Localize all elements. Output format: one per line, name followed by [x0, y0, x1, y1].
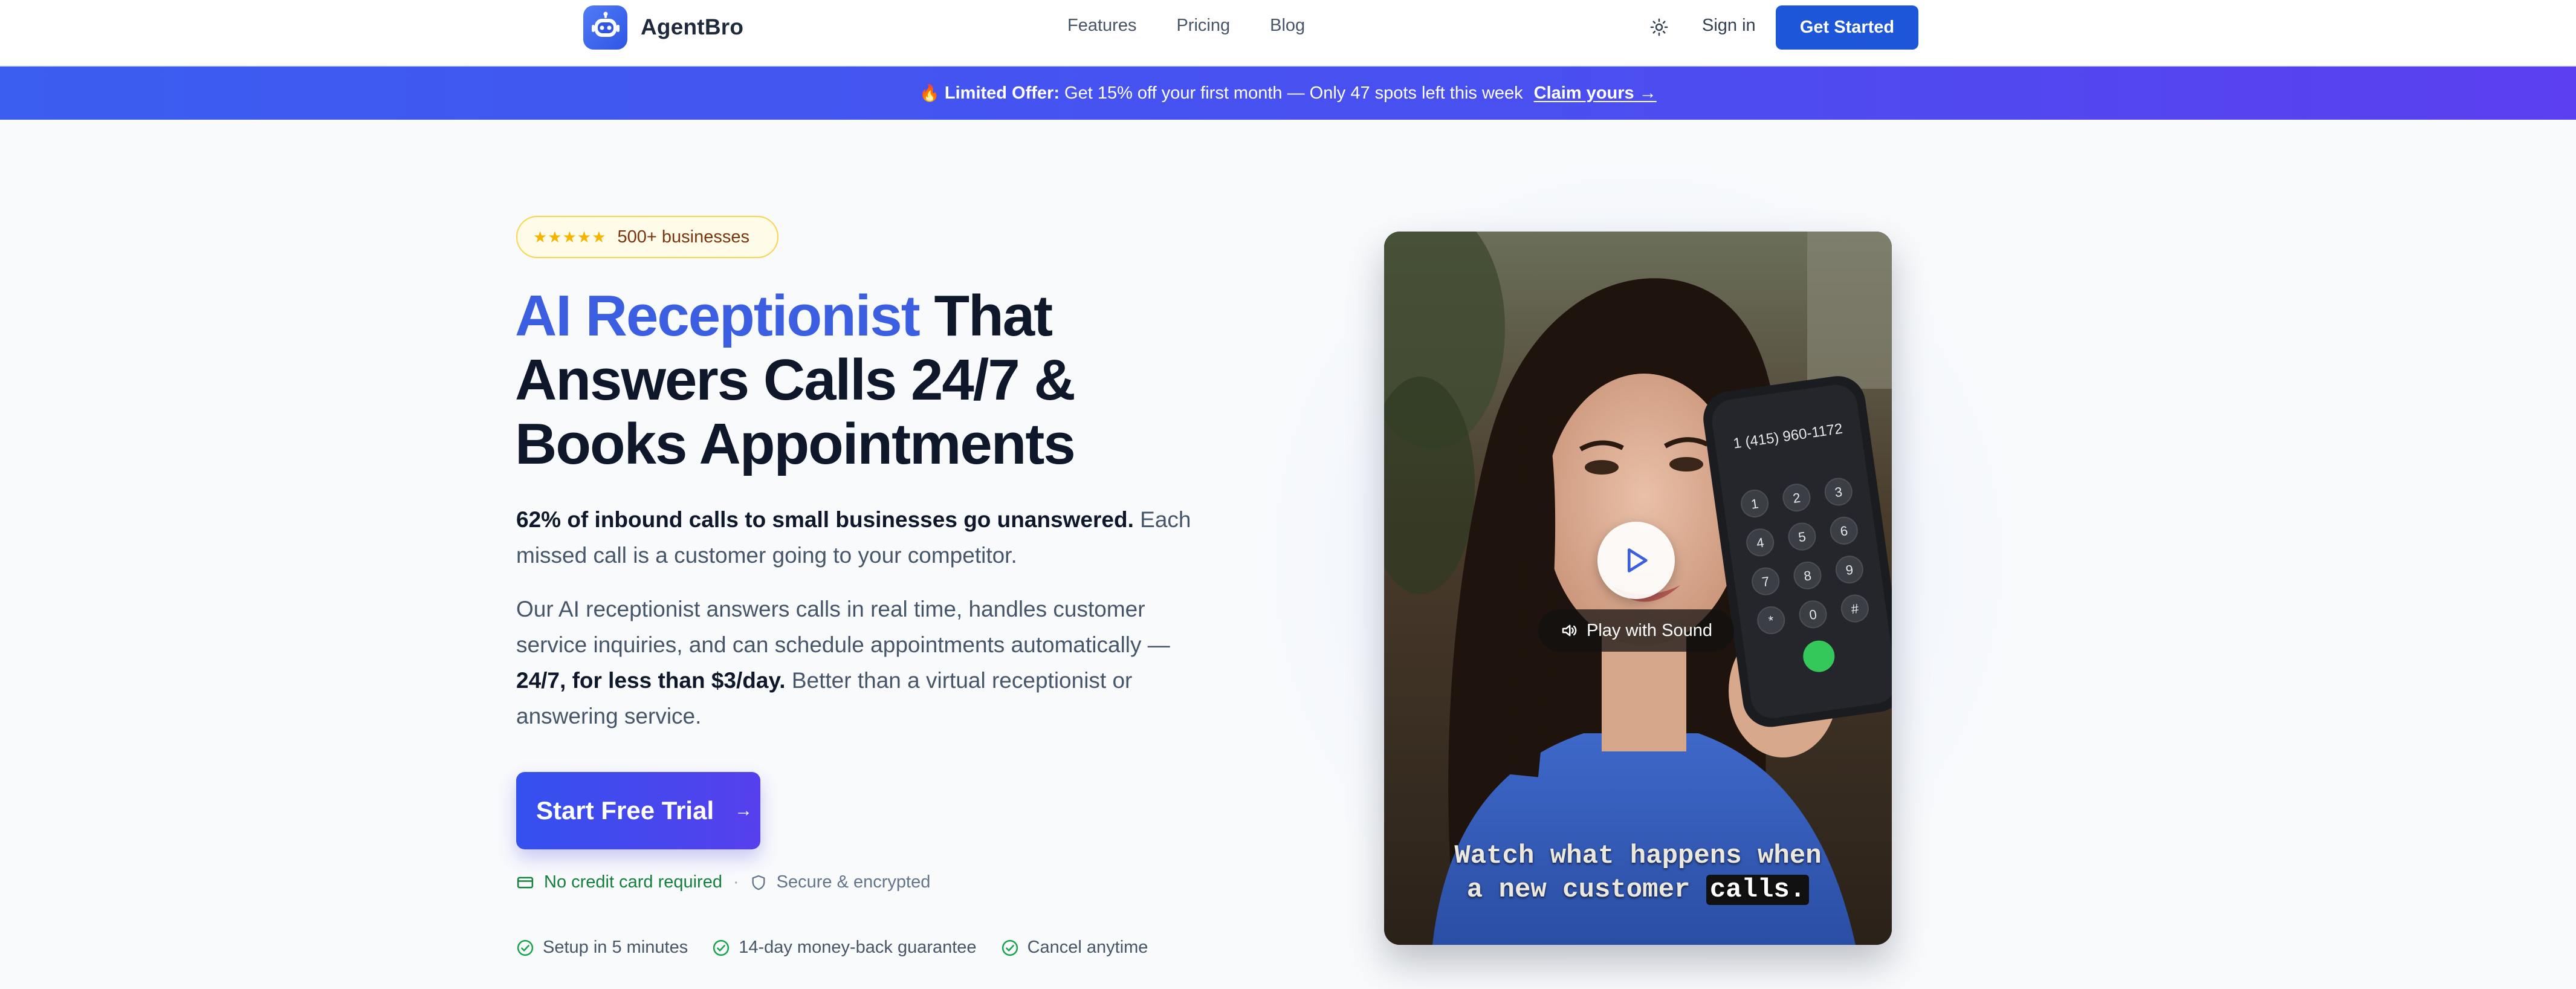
robot-logo-icon: [583, 5, 627, 50]
feature-bullets: Setup in 5 minutes 14-day money-back gua…: [516, 938, 1148, 958]
caption-line2-start: a new customer: [1466, 875, 1691, 905]
sun-icon: [1650, 18, 1668, 36]
get-started-button[interactable]: Get Started: [1776, 5, 1918, 50]
caption-highlight: calls.: [1706, 875, 1810, 905]
trial-label: Start Free Trial: [536, 796, 714, 825]
video-caption: Watch what happens when a new customer c…: [1384, 839, 1892, 907]
headline-accent: AI Receptionist: [515, 284, 921, 348]
start-free-trial-button[interactable]: Start Free Trial →: [516, 772, 760, 849]
brand-home-link[interactable]: AgentBro: [583, 5, 743, 50]
hero-description: Our AI receptionist answers calls in rea…: [516, 591, 1211, 734]
star-rating-icon: ★★★★★: [533, 227, 607, 246]
shield-icon: [752, 875, 765, 890]
promo-banner: 🔥 Limited Offer: Get 15% off your first …: [0, 66, 2576, 120]
no-credit-card-note: No credit card required: [516, 872, 722, 892]
rating-text: 500+ businesses: [617, 227, 750, 247]
nav-links: Features Pricing Blog: [1067, 16, 1305, 36]
play-with-sound-button[interactable]: Play with Sound: [1538, 609, 1734, 652]
check-circle-icon: [517, 939, 534, 956]
play-icon: [1628, 548, 1648, 572]
description-start: Our AI receptionist answers calls in rea…: [516, 597, 1170, 657]
secure-text: Secure & encrypted: [776, 872, 931, 892]
bullet-setup-text: Setup in 5 minutes: [543, 938, 688, 957]
play-with-sound-label: Play with Sound: [1587, 620, 1712, 640]
play-video-button[interactable]: [1597, 522, 1675, 599]
nav-link-blog[interactable]: Blog: [1270, 16, 1305, 36]
speaker-icon: [1562, 624, 1577, 637]
arrow-right-icon: →: [734, 800, 753, 820]
stat-bold: 62% of inbound calls to small businesses…: [516, 507, 1134, 532]
bullet-setup: Setup in 5 minutes: [516, 938, 688, 958]
separator-dot: ·: [733, 872, 739, 892]
theme-toggle-button[interactable]: [1649, 17, 1669, 37]
bullet-guarantee-text: 14-day money-back guarantee: [739, 938, 977, 957]
bullet-cancel-text: Cancel anytime: [1027, 938, 1148, 957]
demo-video[interactable]: 1 (415) 960-1172 123 456 789 * 0 # Play wi: [1384, 232, 1892, 945]
hero-headline: AI Receptionist That Answers Calls 24/7 …: [515, 284, 1240, 476]
nav-link-pricing[interactable]: Pricing: [1176, 16, 1230, 36]
promo-text: Get 15% off your first month — Only 47 s…: [1064, 83, 1523, 103]
nav-link-features[interactable]: Features: [1067, 16, 1136, 36]
secure-note: Secure & encrypted: [750, 872, 931, 892]
claim-offer-link[interactable]: Claim yours →: [1534, 83, 1657, 103]
rating-badge: ★★★★★ 500+ businesses: [516, 216, 778, 258]
caption-line2: a new customer calls.: [1384, 873, 1892, 907]
promo-label: Limited Offer:: [944, 83, 1060, 103]
description-bold: 24/7, for less than $3/day.: [516, 668, 786, 693]
check-circle-icon: [713, 939, 730, 956]
hero-stat-paragraph: 62% of inbound calls to small businesses…: [516, 502, 1211, 573]
sign-in-link[interactable]: Sign in: [1702, 16, 1756, 36]
top-nav: AgentBro Features Pricing Blog Sign in G…: [0, 0, 2576, 66]
bullet-cancel: Cancel anytime: [1001, 938, 1148, 958]
trust-row: No credit card required · Secure & encry…: [516, 872, 930, 892]
headline-line1-rest: That: [934, 284, 1053, 348]
bullet-guarantee: 14-day money-back guarantee: [712, 938, 977, 958]
fire-icon: 🔥: [919, 84, 940, 102]
no-credit-card-text: No credit card required: [544, 872, 722, 892]
caption-line1: Watch what happens when: [1454, 841, 1822, 871]
headline-line3: Books Appointments: [515, 412, 1076, 476]
check-circle-icon: [1002, 939, 1018, 956]
credit-card-icon: [517, 877, 534, 888]
brand-name: AgentBro: [641, 15, 744, 39]
headline-line2: Answers Calls 24/7 &: [515, 348, 1076, 412]
